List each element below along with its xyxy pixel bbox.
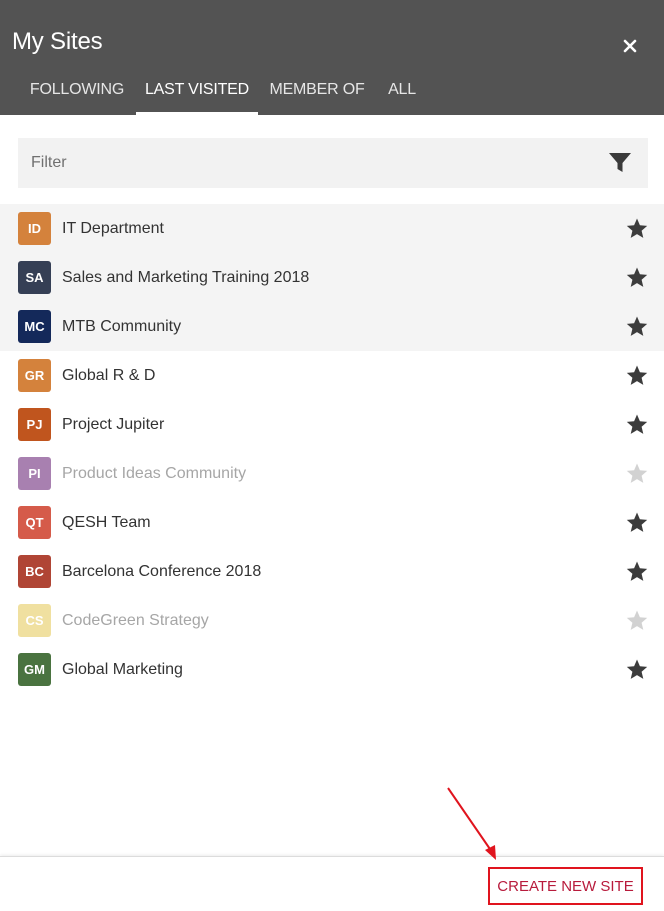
filter-button[interactable] [606, 150, 634, 176]
site-row[interactable]: GR Global R & D [0, 351, 664, 400]
star-icon [626, 463, 648, 483]
site-row[interactable]: QT QESH Team [0, 498, 664, 547]
star-icon [626, 512, 648, 532]
filter-bar [18, 138, 648, 188]
site-name: Sales and Marketing Training 2018 [62, 269, 310, 286]
star-icon [626, 610, 648, 630]
site-name: IT Department [62, 220, 164, 237]
site-avatar: QT [18, 506, 51, 539]
site-avatar: ID [18, 212, 51, 245]
filter-input[interactable] [18, 138, 591, 188]
favorite-star-button[interactable] [625, 266, 649, 289]
tab-last-visited[interactable]: LAST VISITED [136, 64, 258, 115]
favorite-star-button[interactable] [625, 511, 649, 534]
site-name: QESH Team [62, 514, 151, 531]
star-icon [626, 561, 648, 581]
site-row[interactable]: GM Global Marketing [0, 645, 664, 694]
site-row[interactable]: SA Sales and Marketing Training 2018 [0, 253, 664, 302]
site-row[interactable]: BC Barcelona Conference 2018 [0, 547, 664, 596]
site-avatar: MC [18, 310, 51, 343]
favorite-star-button[interactable] [625, 217, 649, 240]
close-button[interactable] [616, 32, 644, 60]
site-name: Barcelona Conference 2018 [62, 563, 262, 580]
site-row[interactable]: PI Product Ideas Community [0, 449, 664, 498]
star-icon [626, 365, 648, 385]
star-icon [626, 414, 648, 434]
site-row[interactable]: PJ Project Jupiter [0, 400, 664, 449]
tab-all[interactable]: ALL [376, 64, 428, 115]
tab-following[interactable]: FOLLOWING [19, 64, 135, 115]
create-new-site-button[interactable]: CREATE NEW SITE [488, 867, 643, 905]
site-row[interactable]: ID IT Department [0, 204, 664, 253]
site-name: Project Jupiter [62, 416, 165, 433]
site-name: Product Ideas Community [62, 465, 247, 482]
site-name: MTB Community [62, 318, 182, 335]
favorite-star-button[interactable] [625, 413, 649, 436]
site-avatar: CS [18, 604, 51, 637]
header-bar: My Sites FOLLOWING LAST VISITED MEMBER O… [0, 0, 664, 115]
site-avatar: BC [18, 555, 51, 588]
favorite-star-button[interactable] [625, 315, 649, 338]
site-row[interactable]: MC MTB Community [0, 302, 664, 351]
tab-member-of[interactable]: MEMBER OF [260, 64, 374, 115]
site-avatar: GR [18, 359, 51, 392]
favorite-star-button[interactable] [625, 462, 649, 485]
site-avatar: PJ [18, 408, 51, 441]
site-list: ID IT Department SA Sales and Marketing Tra… [0, 204, 664, 694]
site-avatar: SA [18, 261, 51, 294]
star-icon [626, 218, 648, 238]
annotation-arrow [447, 787, 496, 860]
favorite-star-button[interactable] [625, 364, 649, 387]
site-row[interactable]: CS CodeGreen Strategy [0, 596, 664, 645]
star-icon [626, 659, 648, 679]
tab-bar: FOLLOWING LAST VISITED MEMBER OF ALL [0, 64, 664, 115]
site-name: CodeGreen Strategy [62, 612, 209, 629]
star-icon [626, 267, 648, 287]
favorite-star-button[interactable] [625, 560, 649, 583]
site-name: Global Marketing [62, 661, 183, 678]
site-name: Global R & D [62, 367, 156, 384]
star-icon [626, 316, 648, 336]
favorite-star-button[interactable] [625, 609, 649, 632]
site-avatar: GM [18, 653, 51, 686]
filter-icon [609, 153, 631, 172]
favorite-star-button[interactable] [625, 658, 649, 681]
site-avatar: PI [18, 457, 51, 490]
page-title: My Sites [12, 28, 103, 55]
close-icon [623, 39, 637, 53]
